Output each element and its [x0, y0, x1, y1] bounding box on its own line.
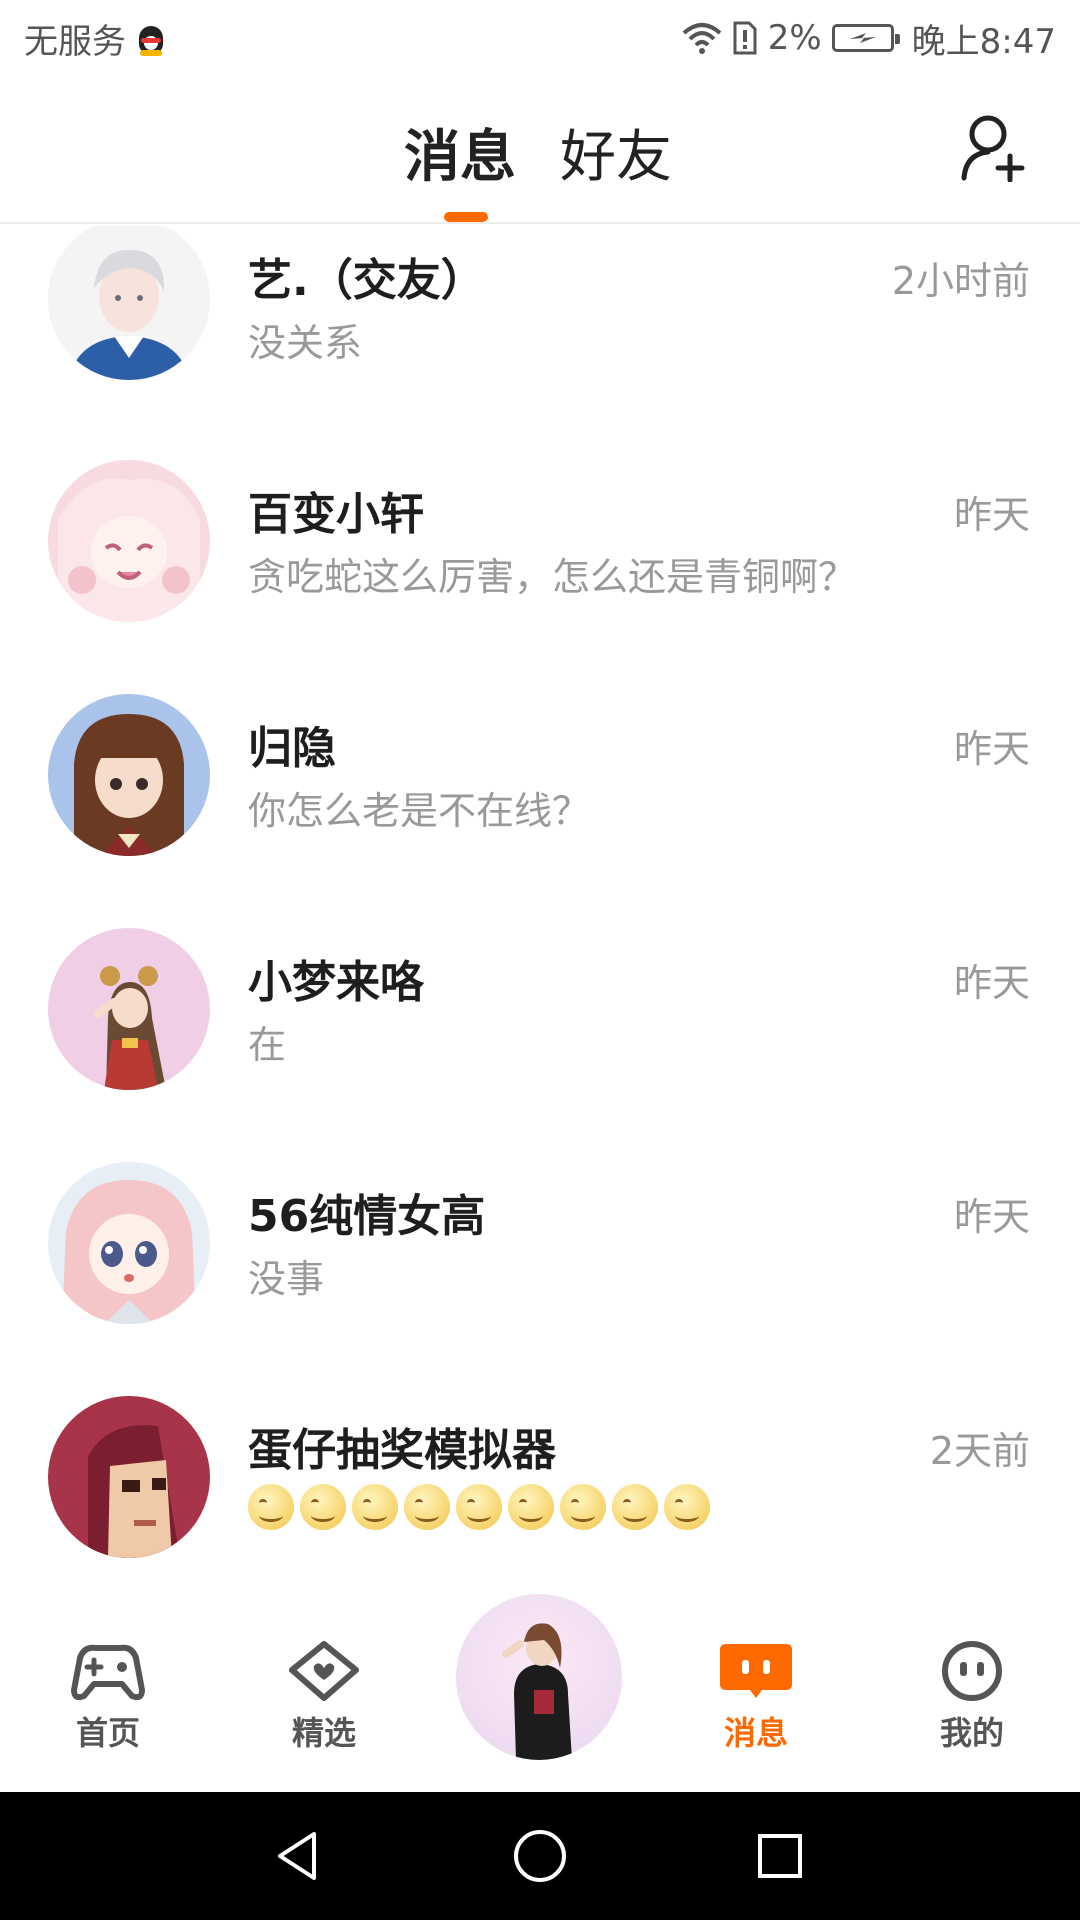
tab-messages[interactable]: 消息 [404, 112, 516, 193]
nav-messages-label: 消息 [723, 1714, 788, 1752]
smile-emoji-icon [560, 1484, 606, 1530]
nav-profile[interactable]: 我的 [902, 1640, 1042, 1754]
last-message: 你怎么老是不在线？ [248, 789, 591, 833]
recents-icon[interactable] [750, 1826, 810, 1886]
message-time: 昨天 [953, 1195, 1030, 1239]
active-tab-indicator [444, 212, 488, 222]
status-bar: 无服务 2% 晚上8:47 [0, 0, 1080, 76]
system-nav-bar [0, 1792, 1080, 1920]
smile-emoji-icon [456, 1484, 502, 1530]
carrier-text: 无服务 [24, 21, 126, 62]
smile-emoji-icon [300, 1484, 346, 1530]
nav-home-label: 首页 [75, 1714, 140, 1752]
battery-charging-icon [831, 24, 900, 52]
conversation-list[interactable]: 艺.（交友） 没关系 2小时前 百变小轩 贪吃蛇这么厉害，怎么还是青铜啊？ 昨天 [0, 226, 1080, 1616]
message-time: 昨天 [953, 493, 1030, 537]
nav-featured-label: 精选 [291, 1714, 356, 1752]
last-message: 没事 [248, 1257, 325, 1301]
avatar[interactable] [48, 460, 210, 622]
message-time: 昨天 [953, 727, 1030, 771]
message-time: 2天前 [929, 1429, 1030, 1473]
smile-emoji-icon [508, 1484, 554, 1530]
qq-penguin-icon [136, 20, 166, 56]
nav-profile-label: 我的 [939, 1714, 1004, 1752]
message-time: 2小时前 [891, 259, 1030, 303]
heart-chat-icon [289, 1641, 359, 1701]
conversation-item[interactable]: 小梦来咯 在 昨天 [0, 928, 1080, 1162]
smile-emoji-icon [352, 1484, 398, 1530]
center-avatar-button[interactable] [456, 1594, 622, 1760]
wifi-icon [682, 23, 722, 54]
contact-name: 56纯情女高 [248, 1191, 486, 1242]
conversation-item[interactable]: 归隐 你怎么老是不在线？ 昨天 [0, 694, 1080, 928]
nav-featured[interactable]: 精选 [254, 1640, 394, 1754]
conversation-item[interactable]: 百变小轩 贪吃蛇这么厉害，怎么还是青铜啊？ 昨天 [0, 460, 1080, 694]
avatar[interactable] [48, 226, 210, 380]
smile-emoji-icon [404, 1484, 450, 1530]
battery-percent: 2% [767, 18, 822, 58]
conversation-item[interactable]: 56纯情女高 没事 昨天 [0, 1162, 1080, 1396]
home-icon[interactable] [510, 1826, 570, 1886]
sim-alert-icon [733, 21, 757, 55]
last-message: 在 [248, 1023, 287, 1067]
conversation-item[interactable]: 艺.（交友） 没关系 2小时前 [0, 226, 1080, 460]
contact-name: 蛋仔抽奖模拟器 [248, 1425, 556, 1476]
header: 消息 好友 [0, 76, 1080, 224]
tab-friends[interactable]: 好友 [560, 112, 672, 193]
last-message: 贪吃蛇这么厉害，怎么还是青铜啊？ [248, 555, 857, 599]
contact-name: 归隐 [248, 723, 336, 774]
avatar[interactable] [48, 1396, 210, 1558]
last-message: 没关系 [248, 321, 363, 365]
contact-name: 百变小轩 [248, 489, 424, 540]
grin-emoji-icon [664, 1484, 710, 1530]
add-friend-icon[interactable] [960, 112, 1026, 182]
avatar[interactable] [48, 928, 210, 1090]
nav-home[interactable]: 首页 [38, 1640, 178, 1754]
avatar[interactable] [48, 1162, 210, 1324]
smile-emoji-icon [248, 1484, 294, 1530]
message-time: 昨天 [953, 961, 1030, 1005]
face-icon [942, 1641, 1002, 1701]
avatar[interactable] [48, 694, 210, 856]
back-icon[interactable] [270, 1826, 330, 1886]
gamepad-icon [71, 1644, 145, 1701]
status-time: 晚上8:47 [911, 21, 1056, 62]
smile-emoji-icon [612, 1484, 658, 1530]
last-message-emojis [248, 1484, 710, 1530]
message-bubble-icon [720, 1644, 792, 1698]
nav-messages[interactable]: 消息 [686, 1640, 826, 1754]
contact-name: 小梦来咯 [248, 957, 424, 1008]
contact-name: 艺.（交友） [248, 255, 485, 306]
